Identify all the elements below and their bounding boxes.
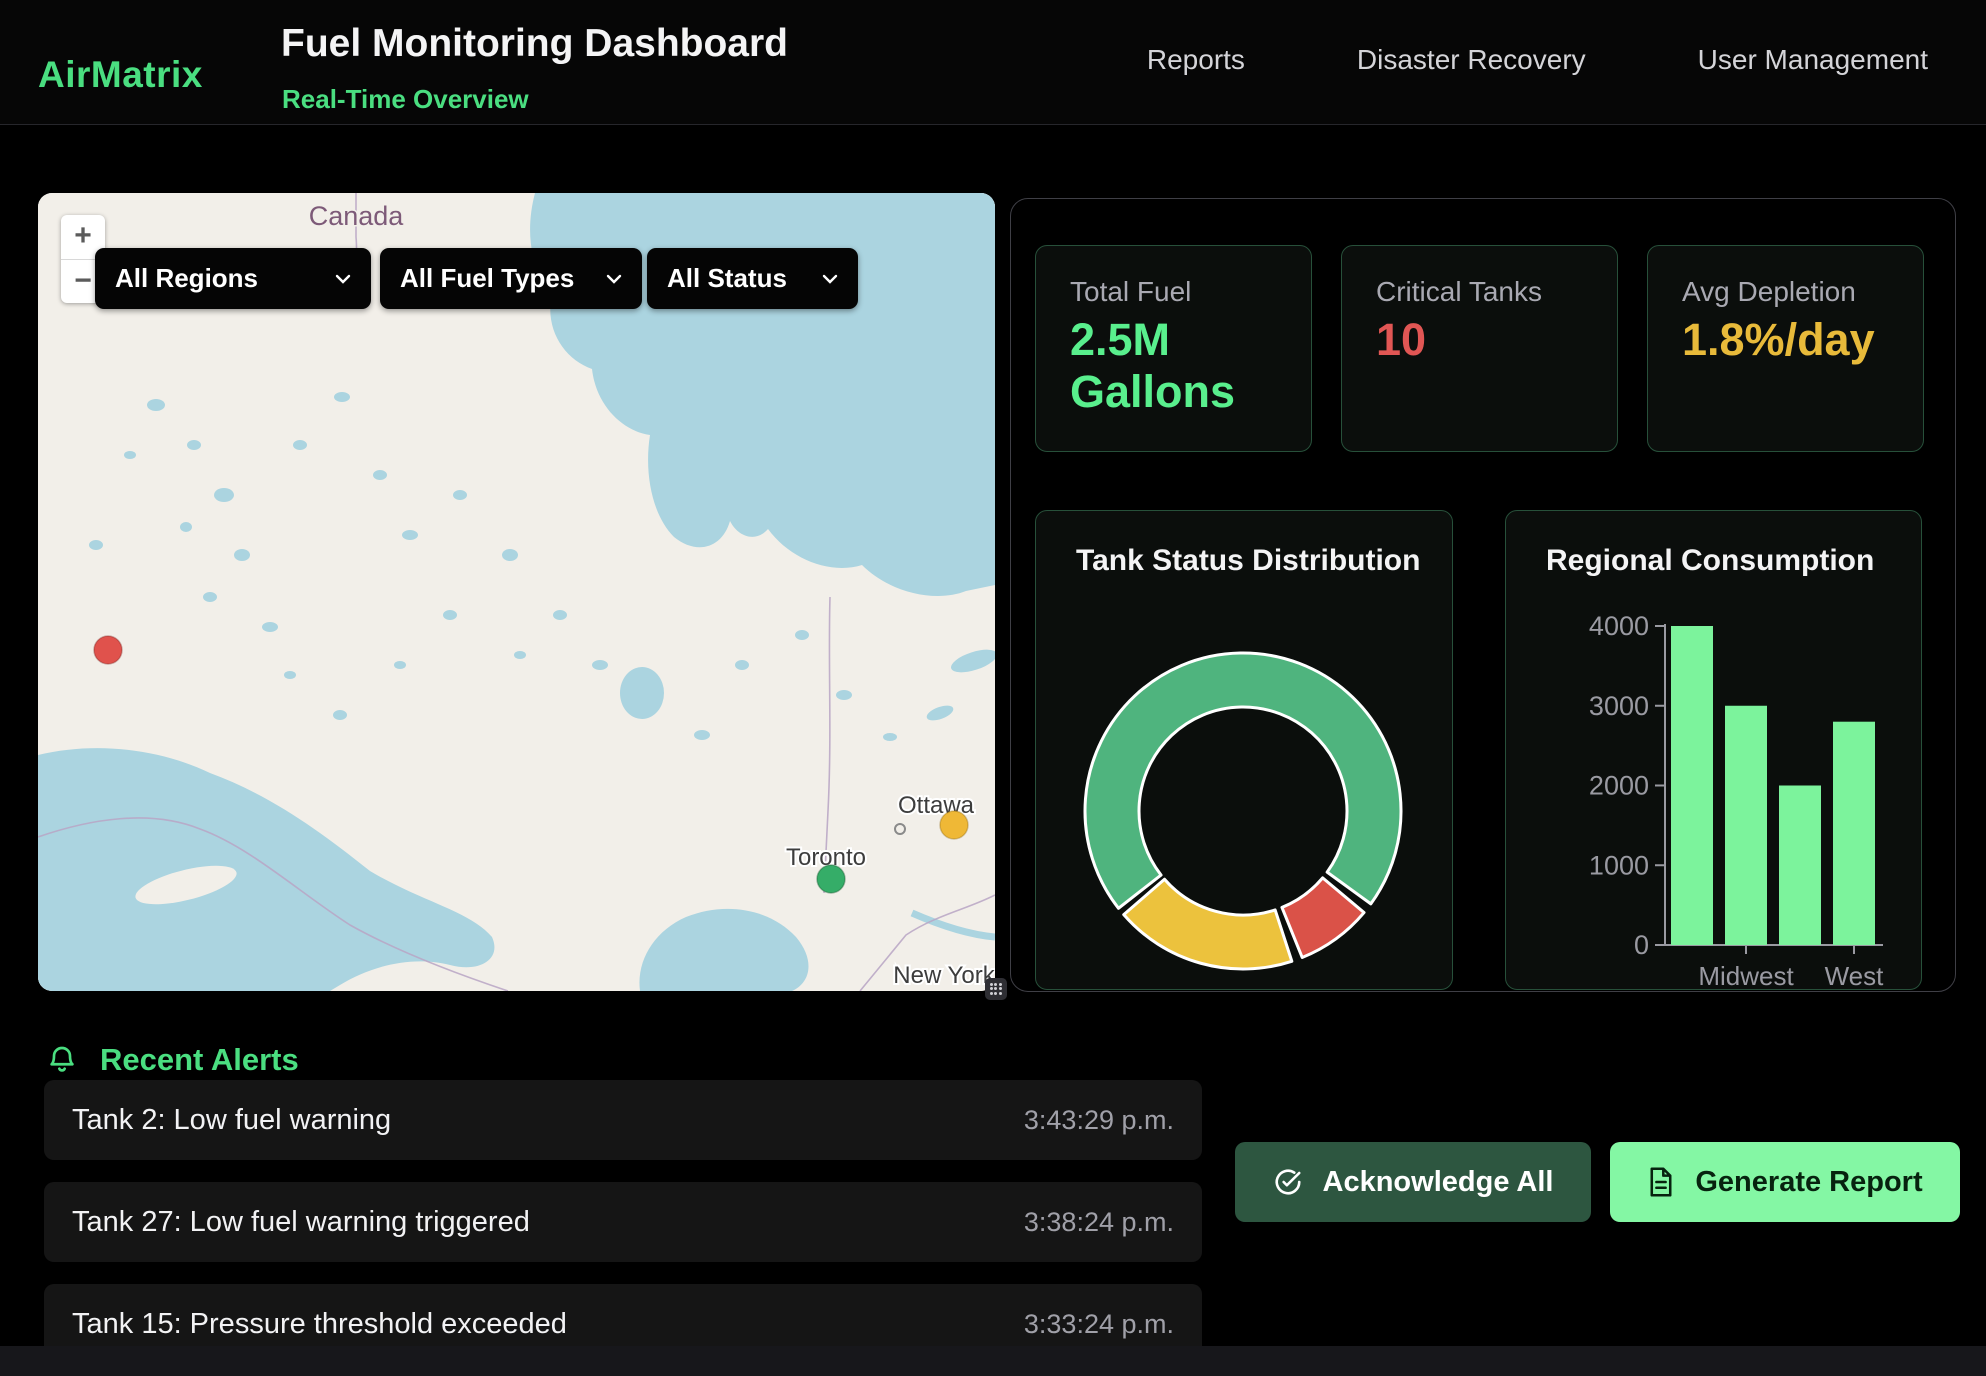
generate-report-button[interactable]: Generate Report bbox=[1610, 1142, 1960, 1222]
tank-map[interactable]: Canada Ottawa Toronto New York bbox=[38, 193, 995, 991]
stat-card-critical-tanks: Critical Tanks 10 bbox=[1341, 245, 1618, 452]
tank-status-chart-card: Tank Status Distribution bbox=[1035, 510, 1453, 990]
alerts-header: Recent Alerts bbox=[46, 1042, 299, 1078]
y-tick-label: 1000 bbox=[1589, 850, 1649, 880]
alerts-title: Recent Alerts bbox=[100, 1042, 299, 1078]
x-tick-label: Midwest bbox=[1698, 961, 1794, 989]
bar-region-1 bbox=[1725, 706, 1767, 945]
regional-consumption-bar-chart: 0 1000 2000 3000 4000 Midwest West bbox=[1506, 511, 1923, 989]
alert-text: Tank 27: Low fuel warning triggered bbox=[72, 1206, 530, 1239]
generate-report-label: Generate Report bbox=[1695, 1166, 1922, 1199]
bar-region-0 bbox=[1671, 626, 1713, 945]
alert-list-item: Tank 27: Low fuel warning triggered 3:38… bbox=[44, 1182, 1202, 1262]
nav-item-reports[interactable]: Reports bbox=[1147, 44, 1245, 76]
status-filter-dropdown[interactable]: All Status bbox=[647, 248, 858, 309]
donut-chart-title: Tank Status Distribution bbox=[1076, 544, 1420, 578]
region-filter-label: All Regions bbox=[115, 263, 258, 294]
chevron-down-icon bbox=[335, 274, 351, 284]
donut-segment-warning bbox=[1124, 879, 1292, 969]
tank-status-donut-chart bbox=[1036, 511, 1454, 989]
stat-label: Total Fuel bbox=[1070, 276, 1191, 308]
y-tick-label: 0 bbox=[1634, 930, 1649, 960]
x-tick-label: West bbox=[1825, 961, 1885, 989]
alert-text: Tank 2: Low fuel warning bbox=[72, 1104, 391, 1137]
bar-region-2 bbox=[1779, 786, 1821, 946]
status-filter-label: All Status bbox=[667, 263, 787, 294]
alert-list-item: Tank 2: Low fuel warning 3:43:29 p.m. bbox=[44, 1080, 1202, 1160]
app-header: AirMatrix Fuel Monitoring Dashboard Real… bbox=[0, 0, 1986, 125]
alert-text: Tank 15: Pressure threshold exceeded bbox=[72, 1308, 567, 1341]
check-circle-icon bbox=[1273, 1167, 1303, 1197]
acknowledge-all-label: Acknowledge All bbox=[1323, 1166, 1554, 1199]
y-tick-label: 2000 bbox=[1589, 771, 1649, 801]
map-label-new-york: New York bbox=[893, 962, 995, 989]
fuel-filter-label: All Fuel Types bbox=[400, 263, 574, 294]
map-label-canada: Canada bbox=[309, 201, 405, 231]
stat-card-total-fuel: Total Fuel 2.5M Gallons bbox=[1035, 245, 1312, 452]
bell-icon bbox=[46, 1044, 78, 1076]
tank-marker-normal[interactable] bbox=[817, 865, 845, 893]
donut-segment-normal bbox=[1085, 653, 1401, 908]
y-tick-label: 3000 bbox=[1589, 691, 1649, 721]
alert-timestamp: 3:43:29 p.m. bbox=[1024, 1105, 1174, 1136]
alert-timestamp: 3:33:24 p.m. bbox=[1024, 1309, 1174, 1340]
map-resize-handle[interactable] bbox=[985, 978, 1007, 1000]
nav-item-user-management[interactable]: User Management bbox=[1698, 44, 1928, 76]
brand-logo[interactable]: AirMatrix bbox=[38, 54, 203, 96]
stat-value: 2.5M Gallons bbox=[1070, 314, 1265, 418]
tank-marker-warning[interactable] bbox=[940, 811, 968, 839]
chevron-down-icon bbox=[606, 274, 622, 284]
stat-label: Avg Depletion bbox=[1682, 276, 1856, 308]
stat-value: 1.8%/day bbox=[1682, 314, 1877, 366]
bar-chart-title: Regional Consumption bbox=[1546, 544, 1874, 578]
chevron-down-icon bbox=[822, 274, 838, 284]
y-tick-label: 4000 bbox=[1589, 611, 1649, 641]
report-document-icon bbox=[1647, 1167, 1675, 1197]
fuel-type-filter-dropdown[interactable]: All Fuel Types bbox=[380, 248, 642, 309]
top-nav: Reports Disaster Recovery User Managemen… bbox=[1147, 44, 1928, 76]
stat-value: 10 bbox=[1376, 314, 1571, 366]
acknowledge-all-button[interactable]: Acknowledge All bbox=[1235, 1142, 1591, 1222]
stat-label: Critical Tanks bbox=[1376, 276, 1542, 308]
regional-consumption-chart-card: Regional Consumption 0 1000 2000 3000 4000 Mi… bbox=[1505, 510, 1922, 990]
alert-timestamp: 3:38:24 p.m. bbox=[1024, 1207, 1174, 1238]
tank-marker-critical[interactable] bbox=[94, 636, 122, 664]
page-subtitle: Real-Time Overview bbox=[282, 84, 529, 115]
bottom-bar bbox=[0, 1346, 1986, 1376]
bar-region-3 bbox=[1833, 722, 1875, 945]
page-title: Fuel Monitoring Dashboard bbox=[281, 22, 788, 66]
nav-item-disaster-recovery[interactable]: Disaster Recovery bbox=[1357, 44, 1586, 76]
region-filter-dropdown[interactable]: All Regions bbox=[95, 248, 371, 309]
stat-card-avg-depletion: Avg Depletion 1.8%/day bbox=[1647, 245, 1924, 452]
